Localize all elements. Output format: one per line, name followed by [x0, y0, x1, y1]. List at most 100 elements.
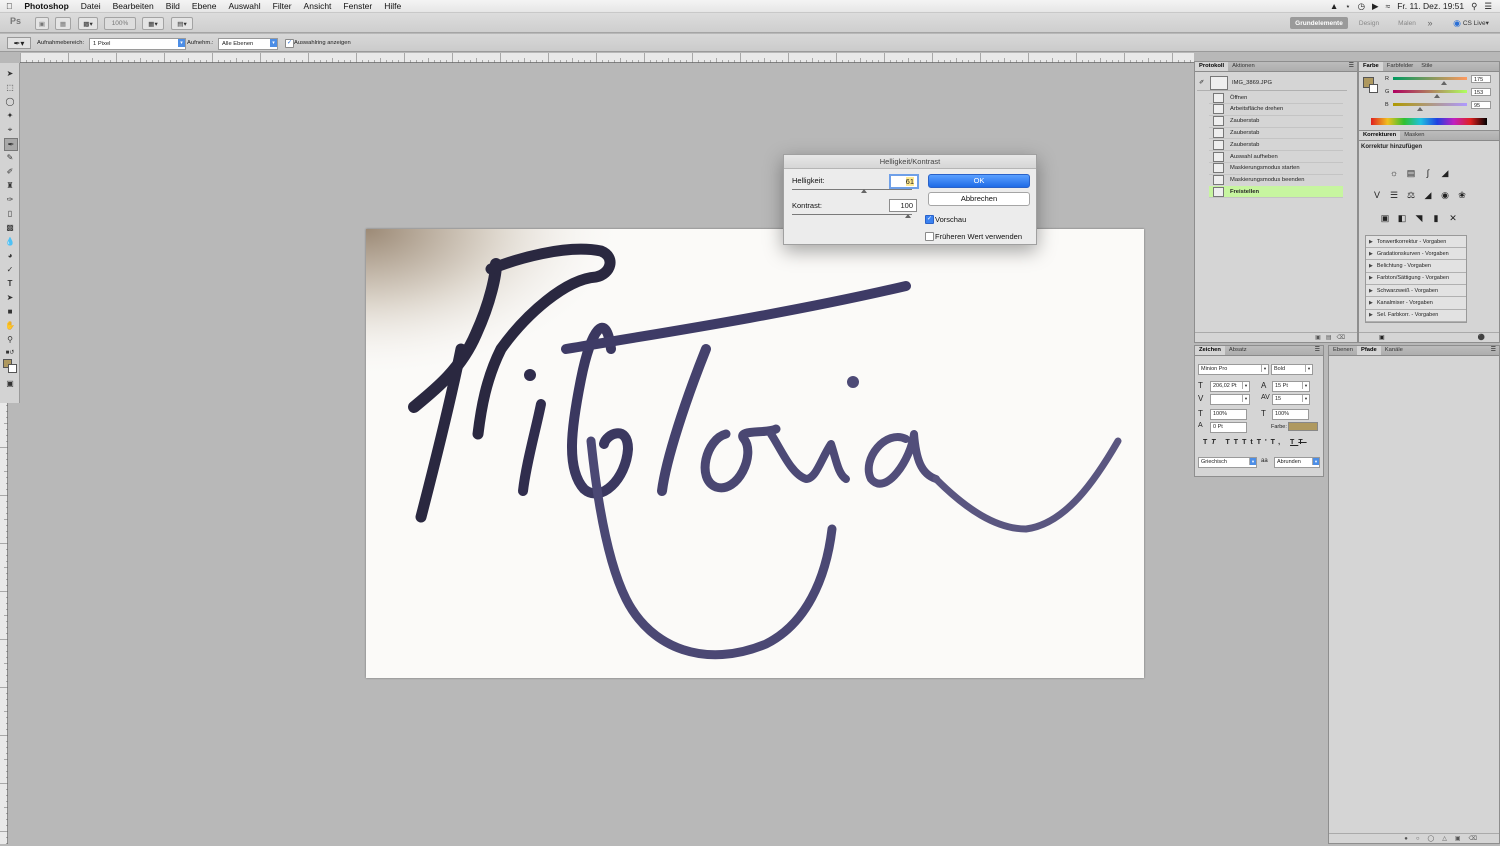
trash-icon[interactable]: ⌫ [1337, 335, 1345, 341]
fill-path-icon[interactable]: ● [1404, 836, 1416, 842]
panel-menu-icon[interactable]: ☰ [1315, 346, 1323, 355]
menu-ansicht[interactable]: Ansicht [298, 1, 338, 11]
workspace-malen[interactable]: Malen [1390, 17, 1424, 29]
curves-adjust-icon[interactable]: ∫ [1423, 168, 1433, 178]
healing-brush-tool-icon[interactable]: ✎ [4, 152, 16, 163]
history-item[interactable]: Maskierungsmodus beenden [1209, 175, 1343, 187]
contrast-input[interactable]: 100 [889, 199, 917, 212]
document-canvas[interactable] [366, 229, 1144, 678]
kerning-input[interactable]: ▾ [1210, 394, 1250, 405]
eyedropper-preset-icon[interactable]: ✒▾ [7, 37, 31, 49]
brightness-input[interactable]: 61 [889, 174, 919, 189]
invert-adjust-icon[interactable]: ▣ [1380, 213, 1390, 223]
tab-zeichen[interactable]: Zeichen [1195, 346, 1225, 355]
history-item[interactable]: Zauberstab [1209, 116, 1343, 128]
dodge-tool-icon[interactable]: ◕ [4, 250, 16, 261]
notification-icon[interactable]: ☰ [1484, 1, 1492, 12]
zoom-tool-icon[interactable]: ⚲ [4, 334, 16, 345]
hue-saturation-adjust-icon[interactable]: ☰ [1389, 190, 1399, 200]
make-path-icon[interactable]: △ [1442, 836, 1455, 842]
menu-bild[interactable]: Bild [160, 1, 186, 11]
subscript-icon[interactable]: T, [1271, 439, 1284, 446]
history-item[interactable]: Öffnen [1209, 92, 1343, 104]
color-balance-adjust-icon[interactable]: ⚖ [1406, 190, 1416, 200]
adjustment-preset-item[interactable]: ▶ Tonwertkorrektur - Vorgaben [1366, 236, 1466, 248]
baseline-input[interactable]: 0 Pt [1210, 422, 1247, 433]
channel-slider-knob[interactable] [1441, 81, 1448, 85]
path-selection-tool-icon[interactable]: ➤ [4, 292, 16, 303]
tab-masken[interactable]: Masken [1400, 131, 1428, 140]
history-item[interactable]: Auswahl aufheben [1209, 151, 1343, 163]
stroke-path-icon[interactable]: ○ [1416, 836, 1428, 842]
photo-filter-adjust-icon[interactable]: ◉ [1440, 190, 1450, 200]
vibrance-adjust-icon[interactable]: V [1372, 190, 1382, 200]
marquee-tool-icon[interactable]: ⬚ [4, 82, 16, 93]
apple-icon[interactable]:  [0, 1, 18, 11]
threshold-adjust-icon[interactable]: ◥ [1414, 213, 1424, 223]
tab-stile[interactable]: Stile [1417, 62, 1436, 71]
channel-slider[interactable] [1393, 90, 1467, 93]
brightness-slider-track[interactable] [792, 189, 912, 190]
color-spectrum-bar[interactable] [1371, 118, 1487, 125]
adobe-icon[interactable]: ▲ [1330, 1, 1338, 11]
adjustment-preset-item[interactable]: ▶ Gradationskurven - Vorgaben [1366, 248, 1466, 261]
tab-korrekturen[interactable]: Korrekturen [1359, 131, 1401, 140]
tracking-input[interactable]: 15 ▾ [1272, 394, 1310, 405]
blur-tool-icon[interactable]: 💧 [4, 236, 16, 247]
channel-slider-knob[interactable] [1417, 107, 1424, 111]
horizontal-scale-input[interactable]: 100% [1272, 409, 1309, 420]
gradient-map-adjust-icon[interactable]: ▮ [1431, 213, 1441, 223]
channel-slider-knob[interactable] [1434, 94, 1441, 98]
more-workspaces-icon[interactable]: » [1424, 17, 1436, 29]
hand-tool-icon[interactable]: ✋ [4, 320, 16, 331]
history-item[interactable]: Zauberstab [1209, 127, 1343, 140]
menu-filter[interactable]: Filter [267, 1, 298, 11]
menu-bearbeiten[interactable]: Bearbeiten [107, 1, 160, 11]
new-snapshot-icon[interactable]: ▤ [1326, 335, 1332, 341]
bluetooth-icon[interactable]: ⋆ [1345, 1, 1350, 12]
legacy-checkbox[interactable] [925, 232, 934, 241]
panel-menu-icon[interactable]: ☰ [1349, 62, 1357, 71]
preview-checkbox[interactable]: ✓ [925, 215, 934, 224]
contrast-slider-track[interactable] [792, 214, 912, 215]
font-style-select[interactable]: Bold ▾ [1271, 364, 1313, 375]
brightness-adjust-icon[interactable]: ☼ [1389, 168, 1399, 178]
menu-ebene[interactable]: Ebene [186, 1, 223, 11]
faux-italic-icon[interactable]: T [1211, 439, 1219, 446]
show-ring-checkbox[interactable]: ✓ [285, 39, 294, 48]
channel-value-input[interactable]: 175 [1471, 75, 1491, 83]
volume-icon[interactable]: ▶ [1372, 1, 1379, 12]
channel-slider[interactable] [1393, 103, 1467, 106]
language-select[interactable]: Griechisch ▾ [1198, 457, 1257, 468]
history-item[interactable]: Maskierungsmodus starten [1209, 163, 1343, 175]
shape-tool-icon[interactable]: ■ [4, 306, 16, 317]
type-tool-icon[interactable]: T [4, 278, 16, 289]
channel-slider[interactable] [1393, 77, 1467, 80]
tab-farbfelder[interactable]: Farbfelder [1383, 62, 1417, 71]
history-item[interactable]: Zauberstab [1209, 139, 1343, 152]
channel-value-input[interactable]: 95 [1471, 101, 1491, 109]
tab-pfade[interactable]: Pfade [1357, 346, 1381, 355]
clip-layer-icon[interactable]: ▣ [1379, 335, 1385, 341]
history-item[interactable]: Freistellen [1209, 186, 1343, 199]
tab-protokoll[interactable]: Protokoll [1195, 62, 1229, 71]
panel-menu-icon[interactable]: ☰ [1491, 346, 1499, 355]
adjustment-preset-item[interactable]: ▶ Schwarzweiß - Vorgaben [1366, 285, 1466, 298]
sample-size-select[interactable]: 1 Pixel ▾ [89, 38, 186, 50]
adjustment-preset-item[interactable]: ▶ Belichtung - Vorgaben [1366, 260, 1466, 273]
gradient-tool-icon[interactable]: ▩ [4, 222, 16, 233]
antialias-select[interactable]: Abrunden ▾ [1274, 457, 1320, 468]
background-color-swatch[interactable] [8, 364, 17, 373]
tab-farbe[interactable]: Farbe [1359, 62, 1383, 71]
menu-datei[interactable]: Datei [75, 1, 107, 11]
vertical-scale-input[interactable]: 100% [1210, 409, 1247, 420]
minibridge-icon[interactable]: ▦ [55, 17, 71, 30]
text-color-swatch[interactable] [1288, 422, 1318, 431]
strikethrough-icon[interactable]: T [1298, 439, 1306, 446]
sample-select[interactable]: Alle Ebenen ▾ [218, 38, 278, 50]
cancel-button[interactable]: Abbrechen [928, 192, 1030, 206]
menu-fenster[interactable]: Fenster [337, 1, 378, 11]
stamp-tool-icon[interactable]: ♜ [4, 180, 16, 191]
exposure-adjust-icon[interactable]: ◢ [1440, 168, 1450, 178]
superscript-icon[interactable]: T' [1257, 439, 1271, 446]
